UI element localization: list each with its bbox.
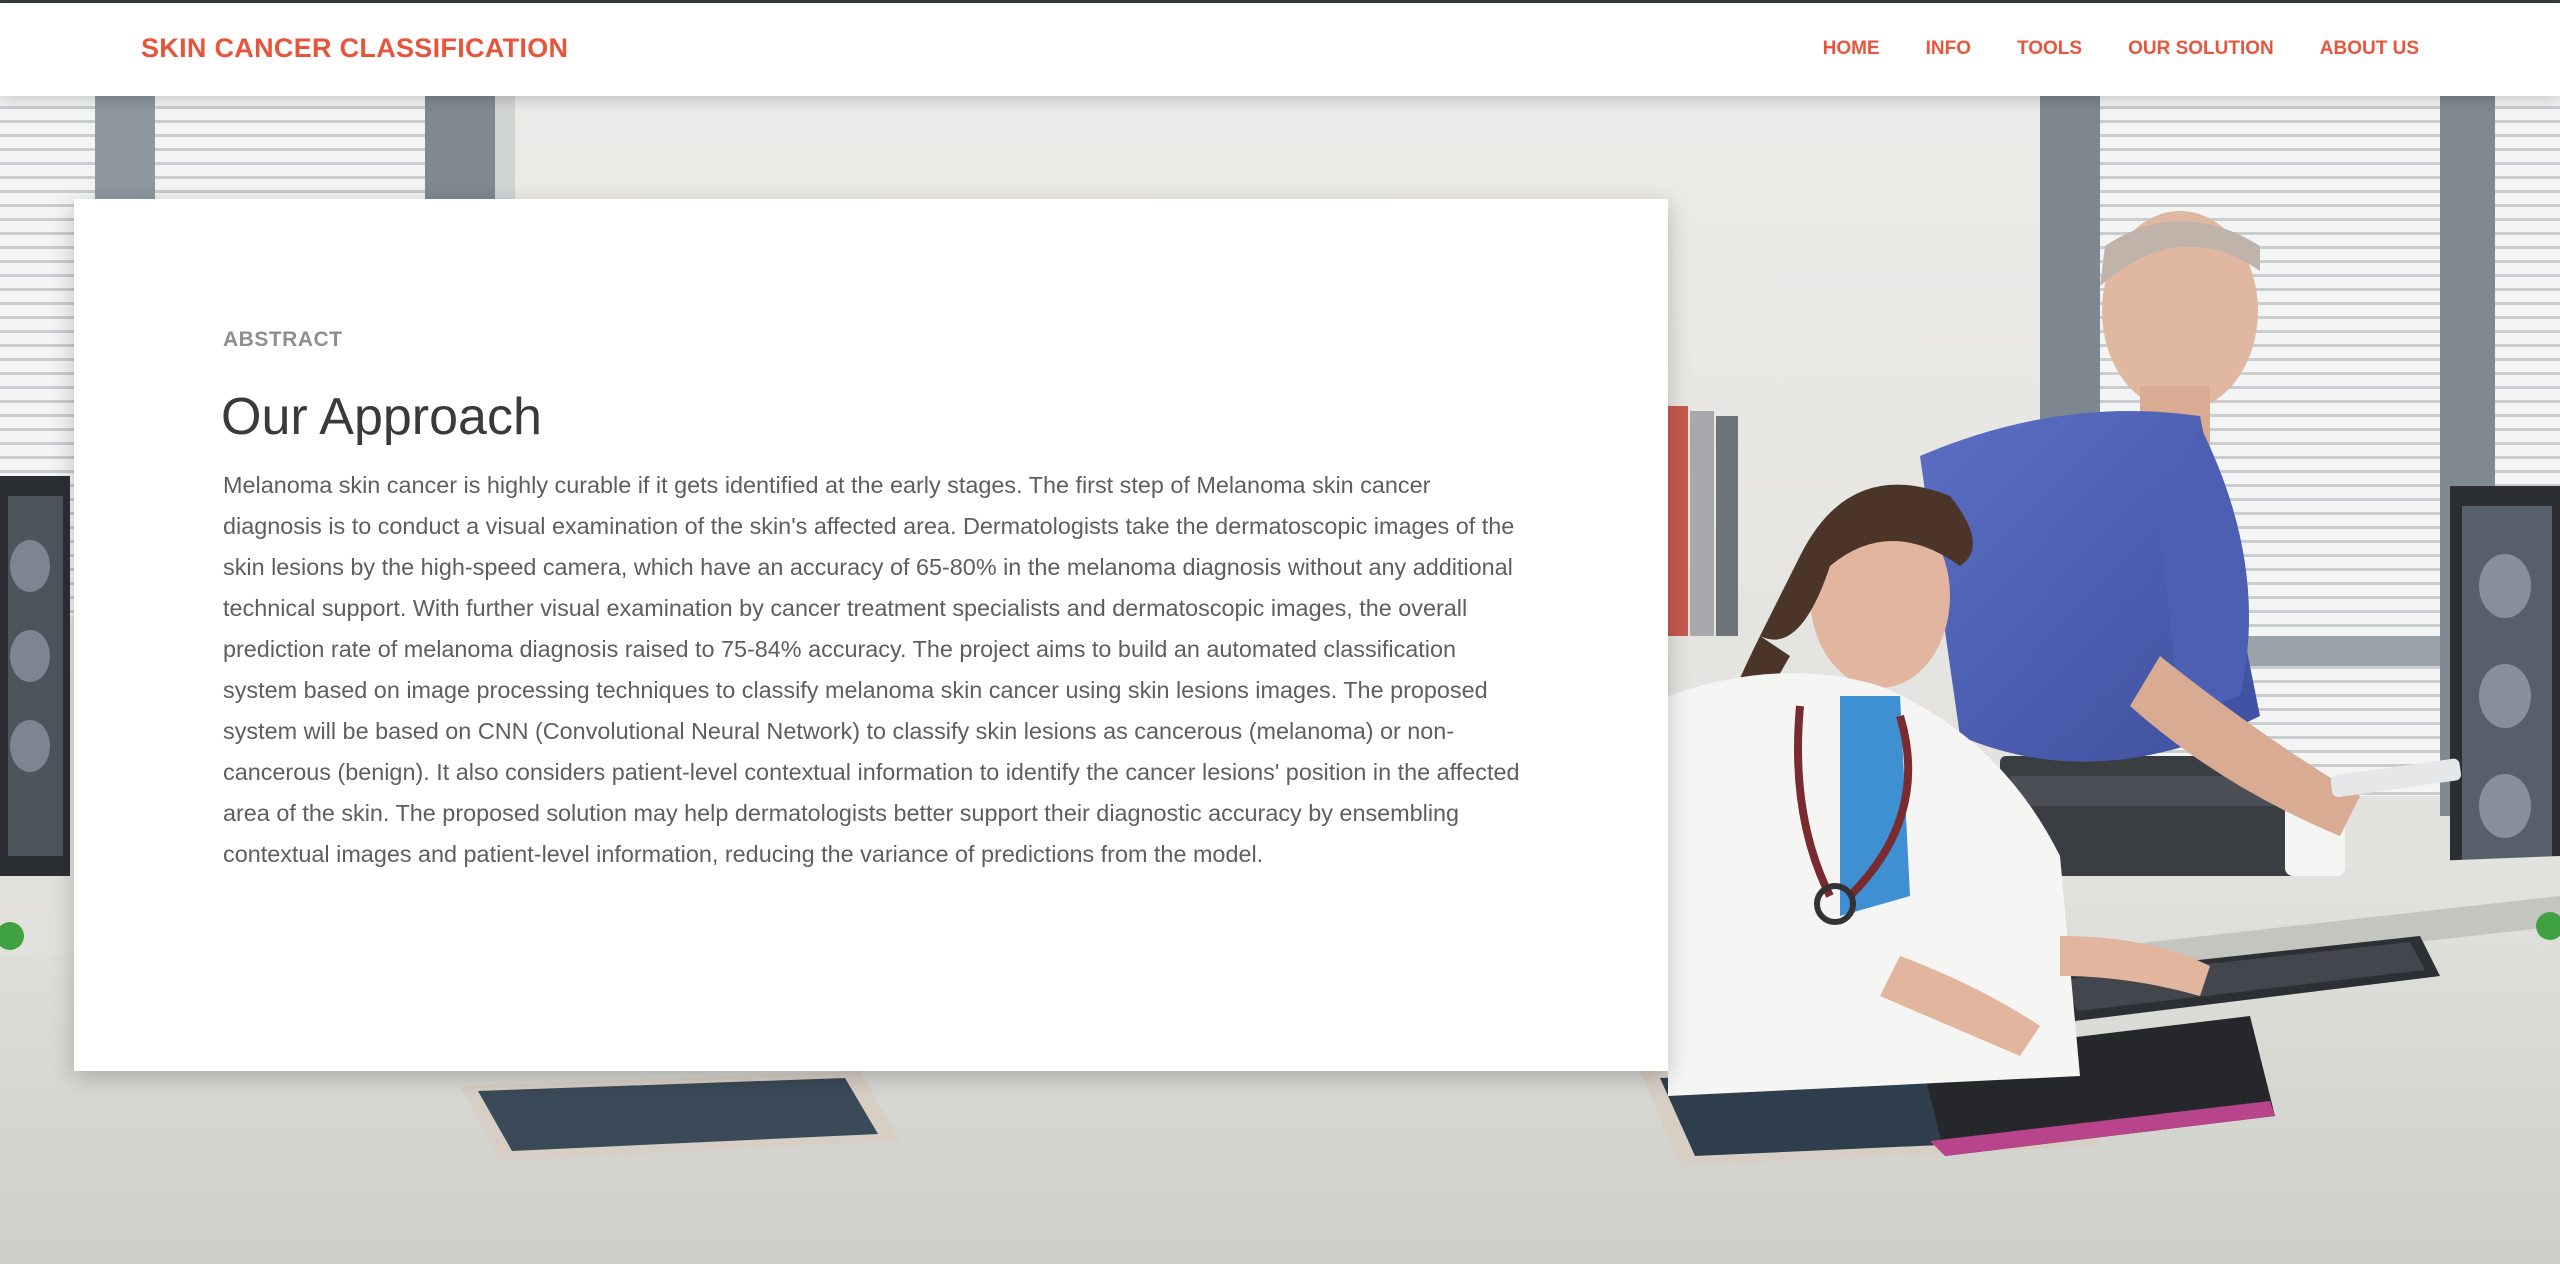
nav-our-solution[interactable]: OUR SOLUTION: [2105, 38, 2297, 60]
navbar: SKIN CANCER CLASSIFICATION HOME INFO TOO…: [0, 3, 2560, 96]
abstract-paragraph: Melanoma skin cancer is highly curable i…: [223, 472, 1520, 867]
abstract-card: ABSTRACT Our Approach Melanoma skin canc…: [74, 199, 1668, 1071]
section-eyebrow: ABSTRACT: [223, 328, 343, 351]
nav-about-us[interactable]: ABOUT US: [2297, 38, 2419, 60]
brand-logo-text[interactable]: SKIN CANCER CLASSIFICATION: [141, 33, 568, 64]
nav-tools[interactable]: TOOLS: [1994, 38, 2105, 60]
main-nav: HOME INFO TOOLS OUR SOLUTION ABOUT US: [1800, 38, 2419, 60]
nav-info[interactable]: INFO: [1903, 38, 1994, 60]
nav-home[interactable]: HOME: [1800, 38, 1903, 60]
section-title: Our Approach: [221, 388, 542, 446]
